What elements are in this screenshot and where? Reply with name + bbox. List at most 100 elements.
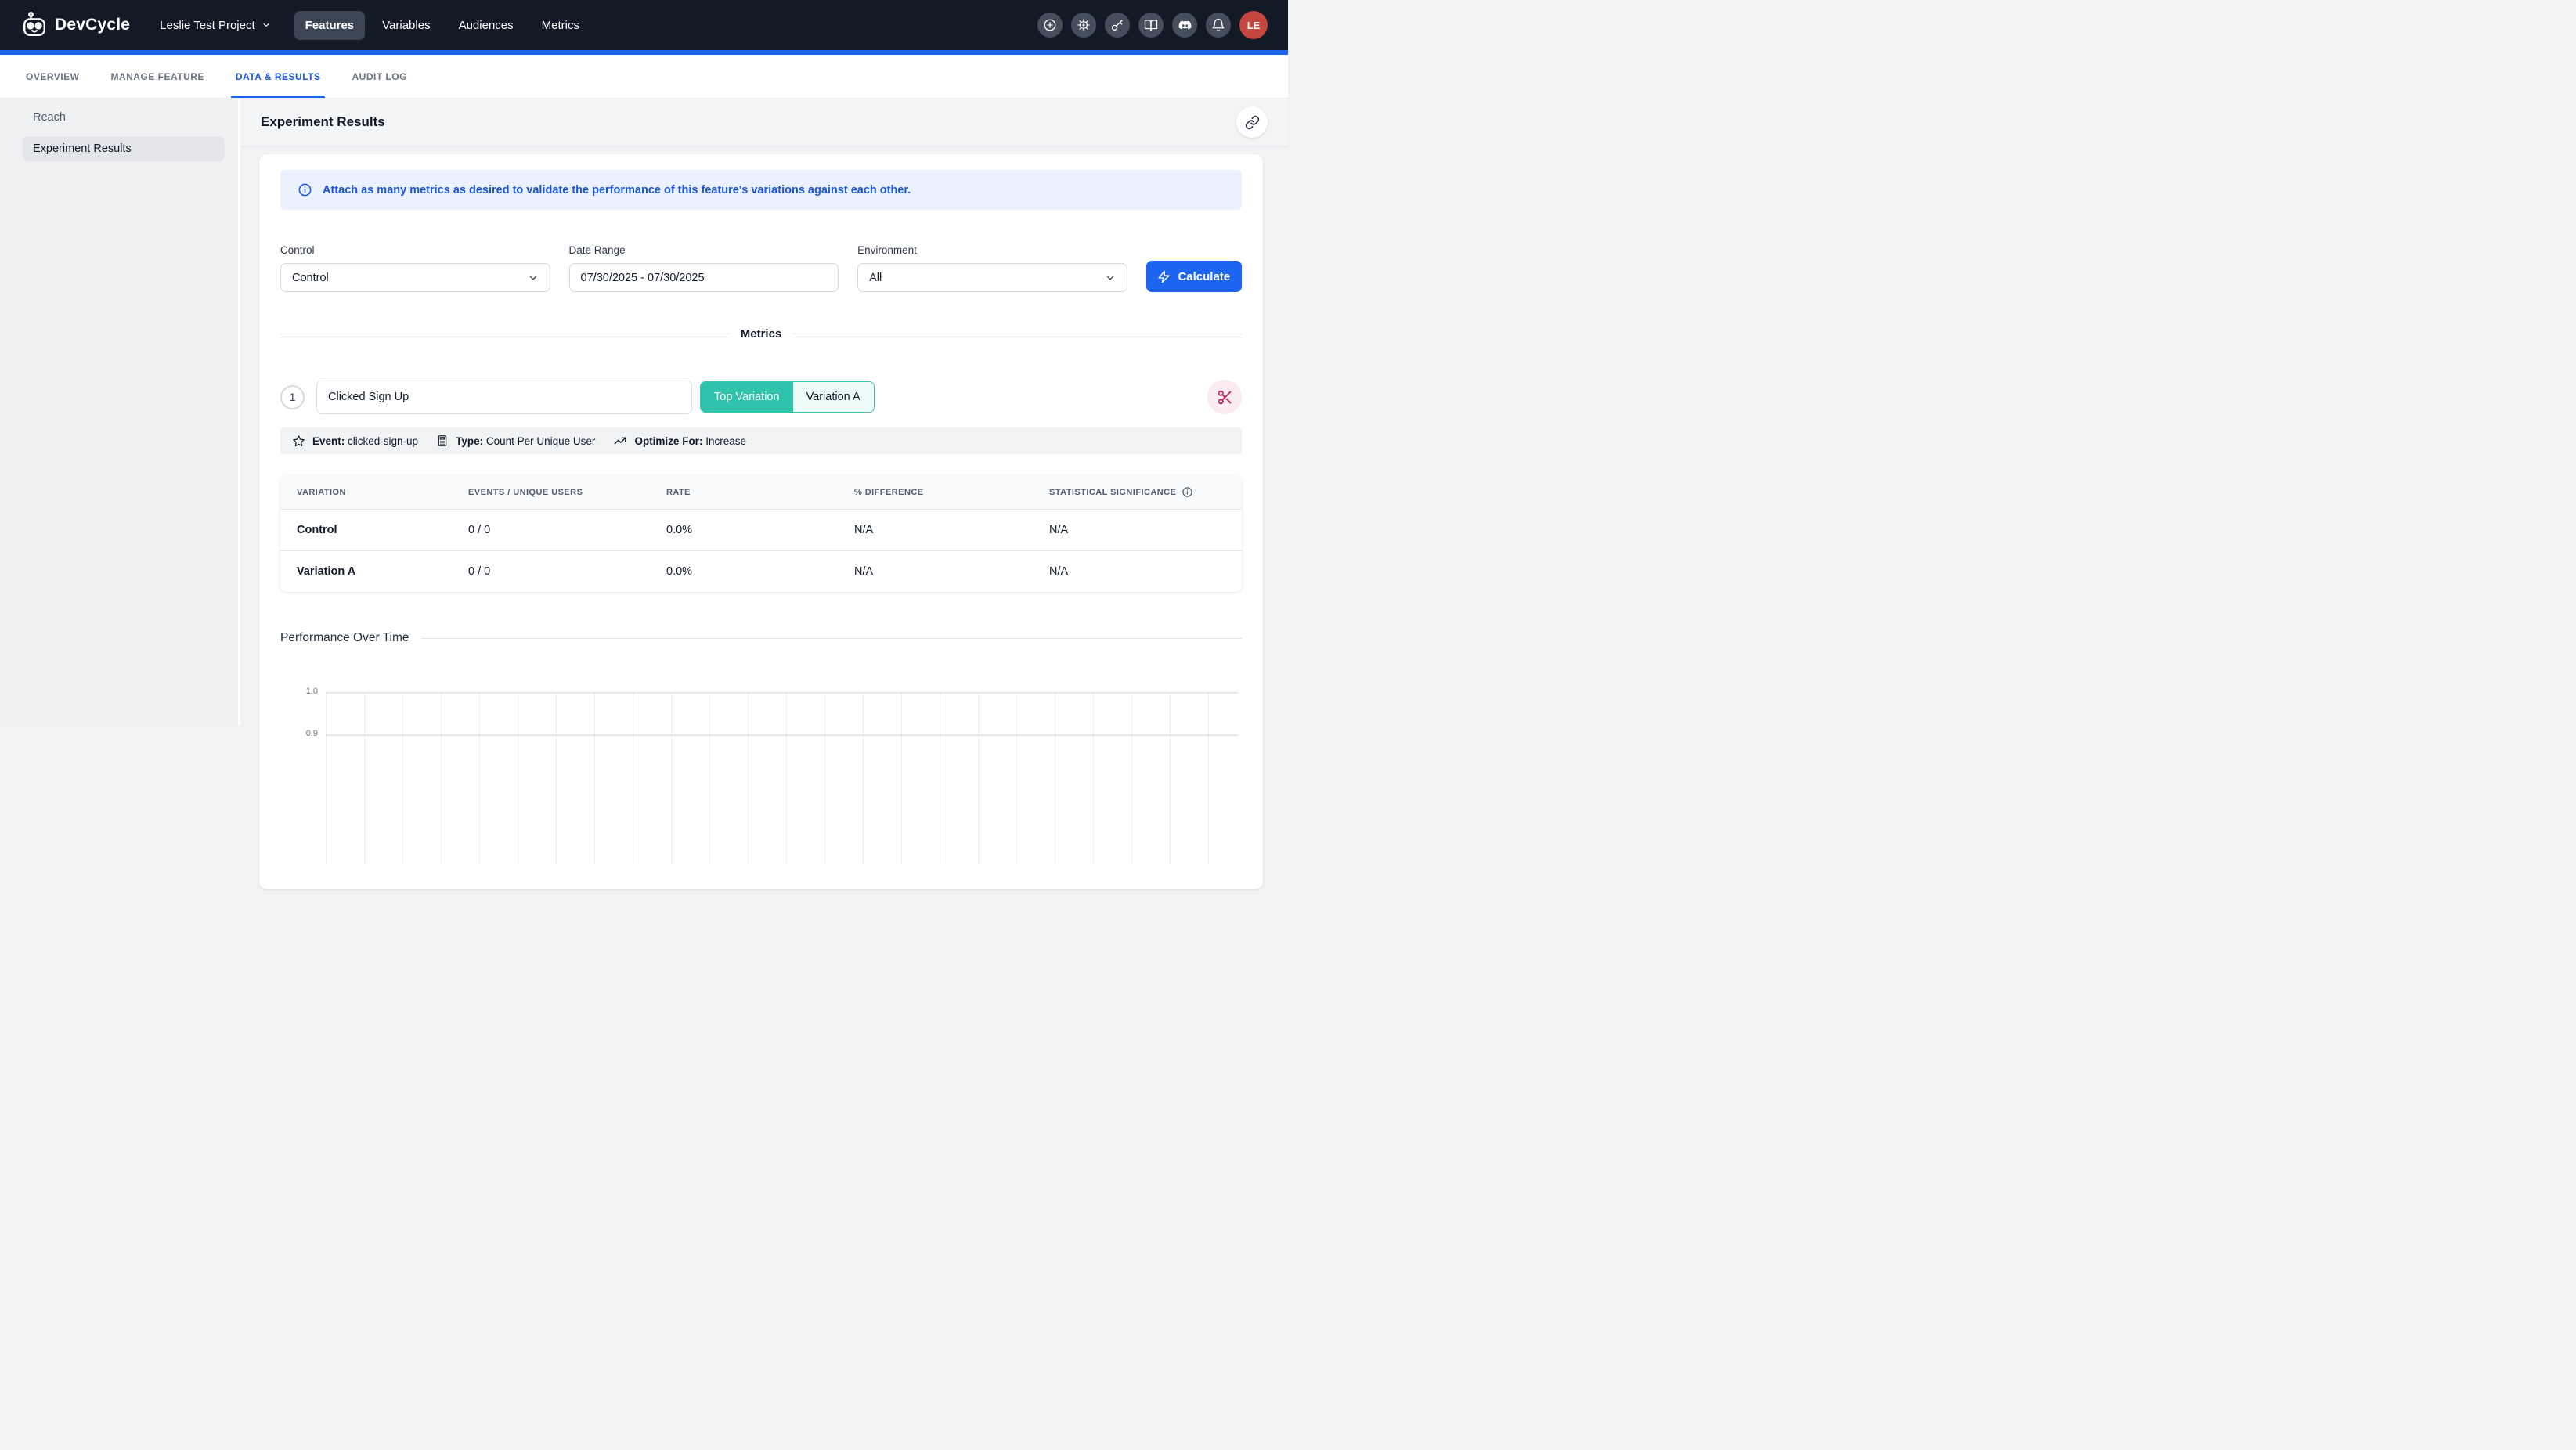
brand-name: DevCycle — [55, 16, 130, 34]
devcycle-robot-icon — [20, 11, 49, 39]
col-variation: VARIATION — [280, 476, 468, 509]
project-selector[interactable]: Leslie Test Project — [160, 19, 270, 32]
info-banner: Attach as many metrics as desired to val… — [280, 170, 1242, 210]
chevron-down-icon — [1105, 272, 1116, 283]
date-range-label: Date Range — [569, 244, 839, 256]
toggle-top-variation[interactable]: Top Variation — [701, 382, 793, 412]
metric-summary-strip: Event: clicked-sign-up Type: Count Per U… — [280, 427, 1242, 454]
remove-metric-button[interactable] — [1207, 380, 1242, 414]
variation-toggle: Top Variation Variation A — [700, 381, 875, 413]
row-events: 0 / 0 — [468, 550, 666, 592]
settings-button[interactable] — [1071, 13, 1096, 38]
nav-item-metrics[interactable]: Metrics — [531, 11, 590, 40]
row-difference: N/A — [854, 550, 1049, 592]
table-header-row: VARIATION EVENTS / UNIQUE USERS RATE % D… — [280, 476, 1242, 509]
row-events: 0 / 0 — [468, 509, 666, 550]
metric-index-badge: 1 — [280, 385, 305, 409]
row-difference: N/A — [854, 509, 1049, 550]
main-nav: Features Variables Audiences Metrics — [294, 11, 590, 40]
nav-item-variables[interactable]: Variables — [371, 11, 441, 40]
toggle-variation-a[interactable]: Variation A — [793, 382, 874, 412]
top-navbar: DevCycle Leslie Test Project Features Va… — [0, 0, 1288, 50]
page-title: Experiment Results — [261, 114, 385, 130]
experiment-results-card: Attach as many metrics as desired to val… — [259, 154, 1263, 889]
date-range-value: 07/30/2025 - 07/30/2025 — [581, 272, 705, 284]
info-banner-text: Attach as many metrics as desired to val… — [323, 184, 911, 197]
api-keys-button[interactable] — [1105, 13, 1130, 38]
project-selector-label: Leslie Test Project — [160, 19, 254, 32]
optimize-value: Increase — [705, 435, 746, 447]
col-events: EVENTS / UNIQUE USERS — [468, 476, 666, 509]
chevron-down-icon — [262, 20, 271, 30]
sidebar-item-reach[interactable]: Reach — [23, 105, 225, 130]
col-difference: % DIFFERENCE — [854, 476, 1049, 509]
row-rate: 0.0% — [666, 509, 854, 550]
table-row: Control 0 / 0 0.0% N/A N/A — [280, 509, 1242, 550]
tab-manage-feature[interactable]: MANAGE FEATURE — [95, 55, 219, 98]
scissors-icon — [1217, 389, 1233, 406]
results-table: VARIATION EVENTS / UNIQUE USERS RATE % D… — [280, 476, 1242, 592]
optimize-label: Optimize For: — [634, 435, 702, 447]
col-significance: STATISTICAL SIGNIFICANCE — [1049, 476, 1242, 509]
environment-select-value: All — [869, 272, 882, 284]
metrics-divider-label: Metrics — [741, 327, 782, 341]
y-axis-tick: 0.9 — [293, 729, 318, 738]
nav-item-features[interactable]: Features — [294, 11, 366, 40]
row-rate: 0.0% — [666, 550, 854, 592]
metric-row: 1 Clicked Sign Up Top Variation Variatio… — [280, 380, 1242, 414]
performance-chart: 1.0 0.9 — [280, 655, 1242, 827]
filters-row: Control Control Date Range 07/30/2025 - … — [280, 244, 1242, 292]
row-significance: N/A — [1049, 509, 1242, 550]
calculator-icon — [436, 435, 449, 447]
metric-select-value: Clicked Sign Up — [328, 391, 409, 403]
trending-up-icon — [613, 434, 627, 448]
results-sidebar: Reach Experiment Results — [0, 99, 238, 725]
control-select[interactable]: Control — [280, 263, 550, 292]
bell-icon — [1211, 18, 1225, 32]
col-rate: RATE — [666, 476, 854, 509]
tab-data-results[interactable]: DATA & RESULTS — [220, 55, 337, 98]
nav-item-audiences[interactable]: Audiences — [448, 11, 525, 40]
star-icon — [292, 435, 305, 448]
brand-logo[interactable]: DevCycle — [20, 11, 130, 39]
y-axis-tick: 1.0 — [293, 687, 318, 696]
environment-select[interactable]: All — [857, 263, 1127, 292]
performance-title: Performance Over Time — [280, 631, 409, 645]
page-header: Experiment Results — [240, 99, 1288, 146]
add-button[interactable] — [1037, 13, 1063, 38]
type-label: Type: — [456, 435, 483, 447]
date-range-input[interactable]: 07/30/2025 - 07/30/2025 — [569, 263, 839, 292]
info-icon — [298, 182, 312, 197]
metric-select[interactable]: Clicked Sign Up — [316, 381, 692, 414]
chart-gridline — [326, 734, 1238, 736]
calculate-button[interactable]: Calculate — [1146, 261, 1242, 292]
tab-audit-log[interactable]: AUDIT LOG — [336, 55, 423, 98]
link-icon — [1245, 115, 1260, 130]
performance-section-header: Performance Over Time — [280, 631, 1242, 645]
discord-icon — [1178, 18, 1192, 33]
control-select-value: Control — [292, 272, 329, 284]
copy-link-button[interactable] — [1236, 106, 1268, 138]
row-variation: Control — [280, 509, 468, 550]
type-value: Count Per Unique User — [486, 435, 596, 447]
environment-label: Environment — [857, 244, 1127, 256]
chart-plot-area — [326, 692, 1238, 864]
book-icon — [1144, 18, 1158, 32]
plus-circle-icon — [1043, 18, 1057, 32]
row-variation: Variation A — [280, 550, 468, 592]
docs-button[interactable] — [1138, 13, 1164, 38]
tab-overview[interactable]: OVERVIEW — [10, 55, 95, 98]
user-avatar[interactable]: LE — [1239, 11, 1268, 39]
table-row: Variation A 0 / 0 0.0% N/A N/A — [280, 550, 1242, 592]
metrics-divider: Metrics — [280, 327, 1242, 341]
row-significance: N/A — [1049, 550, 1242, 592]
navbar-actions: LE — [1037, 11, 1268, 39]
key-icon — [1110, 18, 1124, 32]
lightning-bolt-icon — [1157, 270, 1171, 283]
control-label: Control — [280, 244, 550, 256]
sidebar-item-experiment-results[interactable]: Experiment Results — [23, 136, 225, 161]
notifications-button[interactable] — [1206, 13, 1231, 38]
event-value: clicked-sign-up — [348, 435, 418, 447]
discord-button[interactable] — [1172, 13, 1197, 38]
info-icon[interactable] — [1182, 486, 1193, 498]
